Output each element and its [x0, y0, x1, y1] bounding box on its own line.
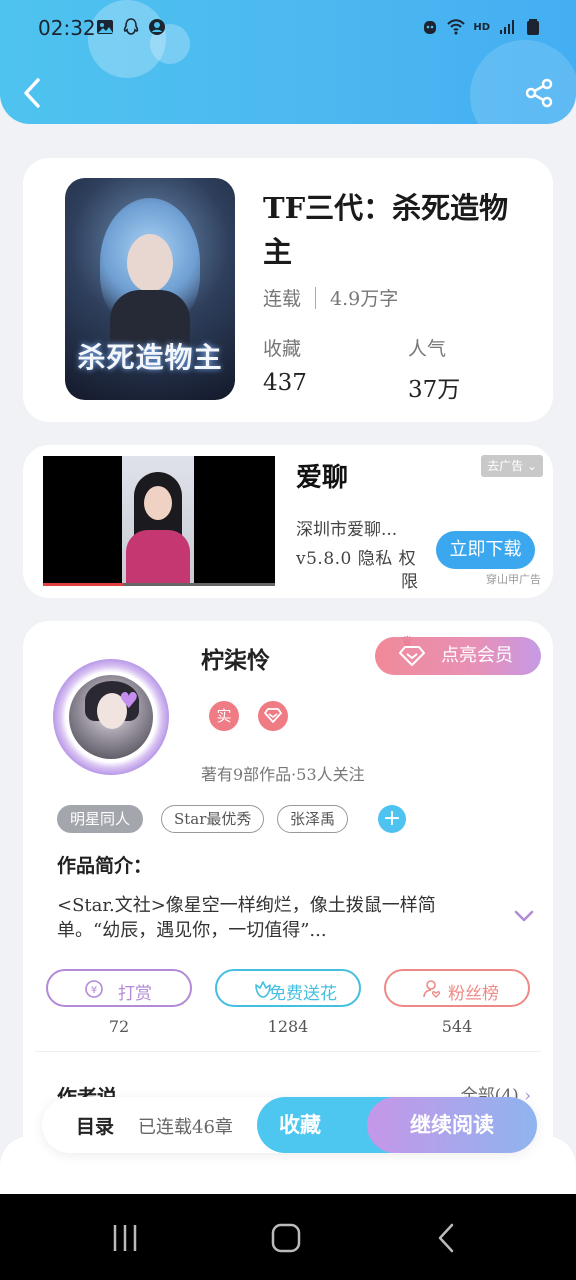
diamond-badge: [258, 701, 288, 731]
ad-title: 爱聊: [296, 463, 349, 493]
fan-ranking-label: 粉丝榜: [448, 984, 499, 1004]
ad-description: 深圳市爱聊...: [296, 520, 398, 540]
intro-text: <Star.文社>像星空一样绚烂，像土拨鼠一样简单。“幼辰，遇见你，一切值得”.…: [57, 895, 436, 941]
reward-button[interactable]: ¥ 打赏: [46, 969, 192, 1007]
flower-count: 1284: [267, 1017, 309, 1036]
status-time: 02:32: [38, 16, 96, 40]
cover-title: 杀死造物主: [77, 341, 223, 374]
ad-version: v5.8.0 隐私 权: [296, 549, 417, 569]
status-icons-left: [96, 18, 166, 36]
fan-count: 544: [441, 1017, 473, 1036]
share-button[interactable]: [524, 78, 554, 108]
verified-badge: 实: [209, 701, 239, 731]
ad-video-progress: [43, 583, 275, 586]
vip-label: 点亮会员: [441, 645, 513, 666]
intro-label: 作品简介：: [57, 855, 153, 877]
author-avatar-frame[interactable]: ♥: [53, 659, 169, 775]
divider: [35, 1051, 541, 1052]
popularity-count: 37万: [408, 377, 461, 403]
ad-video[interactable]: [43, 456, 275, 586]
status-icons-right: HD: [421, 18, 542, 36]
user-heart-icon: [423, 980, 441, 998]
divider: [315, 286, 317, 309]
cover-art: [127, 234, 173, 292]
fan-ranking-button[interactable]: 粉丝榜: [384, 969, 530, 1007]
heart-icon: ♥: [119, 689, 139, 714]
book-status-row: 连载 4.9万字: [263, 284, 398, 311]
tag-item[interactable]: 张泽禹: [277, 805, 349, 833]
ad-card[interactable]: 爱聊 去广告 ⌄ 深圳市爱聊... v5.8.0 隐私 权 限 立即下载 穿山甲…: [23, 445, 553, 598]
system-nav-bar: [0, 1194, 576, 1280]
qq-icon: [123, 18, 139, 35]
decor-bubble: [470, 40, 576, 124]
toc-button[interactable]: 目录: [76, 1112, 114, 1139]
home-icon[interactable]: [270, 1222, 302, 1254]
favorites-count: 437: [263, 370, 307, 396]
ad-video-frame: [122, 456, 194, 584]
author-name: 柠柒怜: [201, 647, 270, 674]
tag-item[interactable]: 明星同人: [57, 805, 144, 833]
diamond-icon: [399, 646, 425, 666]
image-icon: [97, 20, 113, 34]
back-icon[interactable]: [432, 1222, 464, 1254]
remove-ads-button[interactable]: 去广告 ⌄: [481, 455, 543, 477]
serial-status: 连载: [263, 288, 302, 310]
reward-count: 72: [108, 1017, 130, 1036]
alarm-icon: [424, 21, 437, 34]
book-title: TF三代：杀死造物主: [263, 191, 509, 269]
book-cover[interactable]: 杀死造物主: [65, 178, 235, 400]
ad-person: [144, 486, 172, 520]
svg-text:¥: ¥: [91, 985, 97, 996]
download-button[interactable]: 立即下载: [436, 531, 535, 569]
back-button[interactable]: [18, 76, 46, 110]
popularity-label: 人气: [408, 338, 447, 360]
avatar: [69, 675, 153, 759]
signal-icon: [500, 20, 514, 34]
vip-button[interactable]: ♛ 点亮会员: [375, 634, 541, 675]
favorites-label: 收藏: [263, 338, 302, 360]
recents-icon[interactable]: [109, 1222, 141, 1254]
remove-ads-label: 去广告: [487, 459, 524, 473]
add-tag-button[interactable]: +: [378, 805, 406, 833]
continue-reading-button[interactable]: 继续阅读: [367, 1097, 537, 1153]
ad-source: 穿山甲广告: [486, 573, 541, 586]
ad-version-cont: 限: [401, 572, 418, 592]
ad-person: [126, 530, 190, 584]
coin-icon: ¥: [85, 980, 103, 998]
reward-label: 打赏: [118, 984, 152, 1004]
chevron-down-icon: ⌄: [526, 459, 537, 473]
send-flower-button[interactable]: 免费送花: [215, 969, 361, 1007]
author-stats: 著有9部作品·53人关注: [201, 765, 365, 784]
send-flower-label: 免费送花: [269, 984, 337, 1004]
tag-item[interactable]: Star最优秀: [161, 805, 265, 833]
hd-label: HD: [473, 21, 490, 33]
chevron-down-icon[interactable]: [513, 909, 535, 923]
wifi-icon: [447, 19, 466, 35]
chapters-count: 已连载46章: [138, 1117, 233, 1138]
diamond-icon: [264, 708, 282, 723]
word-count: 4.9万字: [330, 288, 399, 310]
app-header: 02:32 HD: [0, 0, 576, 124]
bottom-action-bar: 目录 已连载46章 收藏 继续阅读: [42, 1097, 537, 1153]
book-info-card: 杀死造物主 TF三代：杀死造物主 连载 4.9万字 收藏 437 人气 37万: [23, 158, 553, 422]
battery-icon: [527, 19, 539, 35]
account-icon: [149, 19, 165, 35]
